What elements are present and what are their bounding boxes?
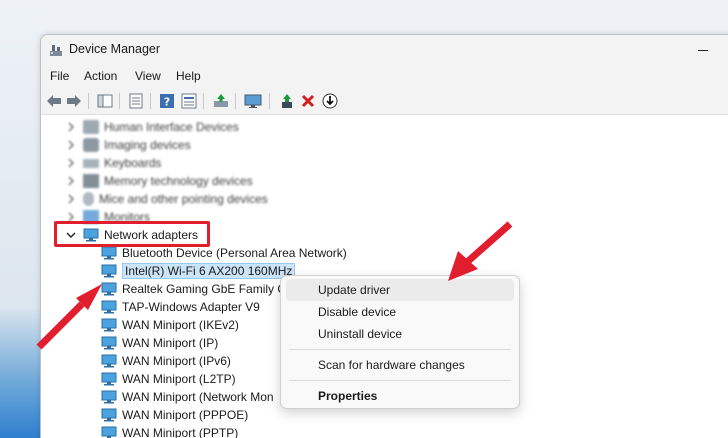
forward-button[interactable] [64, 91, 84, 111]
forward-arrow-icon [67, 95, 81, 107]
device-manager-app-icon [50, 45, 62, 56]
annotation-arrow-left-icon [36, 284, 102, 350]
tree-device-item[interactable]: WAN Miniport (L2TP) [101, 370, 236, 388]
properties-sheet-icon [129, 93, 143, 109]
tree-device-item[interactable]: WAN Miniport (Network Mon [101, 388, 274, 406]
update-driver-icon [282, 94, 292, 108]
toolbar-separator [88, 93, 89, 109]
help-button[interactable]: ? [157, 91, 177, 111]
chevron-right-icon[interactable] [65, 121, 77, 133]
update-driver-toolbar-button[interactable] [277, 91, 297, 111]
context-menu: Update driver Disable device Uninstall d… [280, 275, 520, 409]
monitor-button[interactable] [243, 91, 263, 111]
back-arrow-icon [47, 95, 61, 107]
toolbar-separator [269, 93, 270, 109]
toolbar-separator [235, 93, 236, 109]
scan-hardware-button[interactable] [211, 91, 231, 111]
network-adapter-icon [101, 264, 117, 278]
tree-device-item[interactable]: WAN Miniport (IP) [101, 334, 218, 352]
show-hide-console-button[interactable] [95, 91, 115, 111]
tree-device-item[interactable]: Realtek Gaming GbE Family C [101, 280, 286, 298]
network-adapter-icon [101, 246, 117, 260]
network-adapter-icon [101, 372, 117, 386]
scan-hardware-menu-item[interactable]: Scan for hardware changes [286, 354, 514, 376]
desktop-wallpaper-edge [0, 0, 40, 438]
console-tree-icon [97, 94, 113, 108]
menu-action[interactable]: Action [84, 69, 117, 83]
uninstall-x-icon [301, 94, 315, 108]
svg-text:?: ? [164, 96, 170, 109]
tree-device-item[interactable]: WAN Miniport (PPTP) [101, 424, 238, 438]
tree-category[interactable]: Keyboards [65, 154, 161, 172]
hid-device-icon [83, 120, 99, 134]
toolbar-separator [203, 93, 204, 109]
menu-separator [289, 349, 511, 350]
scan-hardware-icon [214, 94, 228, 107]
annotation-highlight-box [54, 221, 210, 247]
enable-device-toolbar-button[interactable] [320, 91, 340, 111]
tree-category[interactable]: Mice and other pointing devices [65, 190, 268, 208]
view-list-icon [181, 93, 197, 109]
help-icon: ? [160, 94, 174, 109]
toolbar-separator [119, 93, 120, 109]
tree-device-item[interactable]: WAN Miniport (PPPOE) [101, 406, 248, 424]
disable-device-menu-item[interactable]: Disable device [286, 301, 514, 323]
properties-button[interactable] [126, 91, 146, 111]
tree-device-item[interactable]: WAN Miniport (IKEv2) [101, 316, 239, 334]
chevron-right-icon[interactable] [65, 175, 77, 187]
uninstall-toolbar-button[interactable] [298, 91, 318, 111]
tree-device-item[interactable]: TAP-Windows Adapter V9 [101, 298, 260, 316]
window-title: Device Manager [69, 42, 161, 56]
tree-category[interactable]: Human Interface Devices [65, 118, 239, 136]
mouse-icon [83, 192, 94, 206]
tree-category[interactable]: Memory technology devices [65, 172, 253, 190]
properties-menu-item[interactable]: Properties [286, 385, 514, 407]
network-adapter-icon [101, 408, 117, 422]
memory-chip-icon [83, 174, 99, 188]
network-adapter-icon [101, 354, 117, 368]
camera-icon [83, 138, 99, 152]
minimize-button[interactable] [681, 35, 727, 65]
menu-separator [289, 380, 511, 381]
title-bar: Device Manager [41, 35, 728, 65]
uninstall-device-menu-item[interactable]: Uninstall device [286, 323, 514, 345]
download-circle-icon [322, 93, 338, 109]
menu-view[interactable]: View [135, 69, 161, 83]
toolbar: ? [41, 87, 728, 115]
chevron-right-icon[interactable] [65, 139, 77, 151]
chevron-right-icon[interactable] [65, 193, 77, 205]
back-button[interactable] [44, 91, 64, 111]
desktop-background [0, 0, 728, 34]
menu-file[interactable]: File [50, 69, 69, 83]
network-adapter-icon [101, 390, 117, 404]
tree-category[interactable]: Imaging devices [65, 136, 191, 154]
network-adapter-icon [101, 426, 117, 438]
annotation-arrow-right-icon [448, 221, 513, 281]
keyboard-icon [83, 158, 99, 168]
view-list-button[interactable] [179, 91, 199, 111]
tree-device-item[interactable]: WAN Miniport (IPv6) [101, 352, 231, 370]
monitor-icon [244, 94, 262, 108]
chevron-right-icon[interactable] [65, 157, 77, 169]
menu-bar: File Action View Help [41, 65, 728, 87]
tree-device-item-selected[interactable]: Intel(R) Wi-Fi 6 AX200 160MHz [101, 262, 296, 280]
menu-help[interactable]: Help [176, 69, 201, 83]
toolbar-separator [150, 93, 151, 109]
